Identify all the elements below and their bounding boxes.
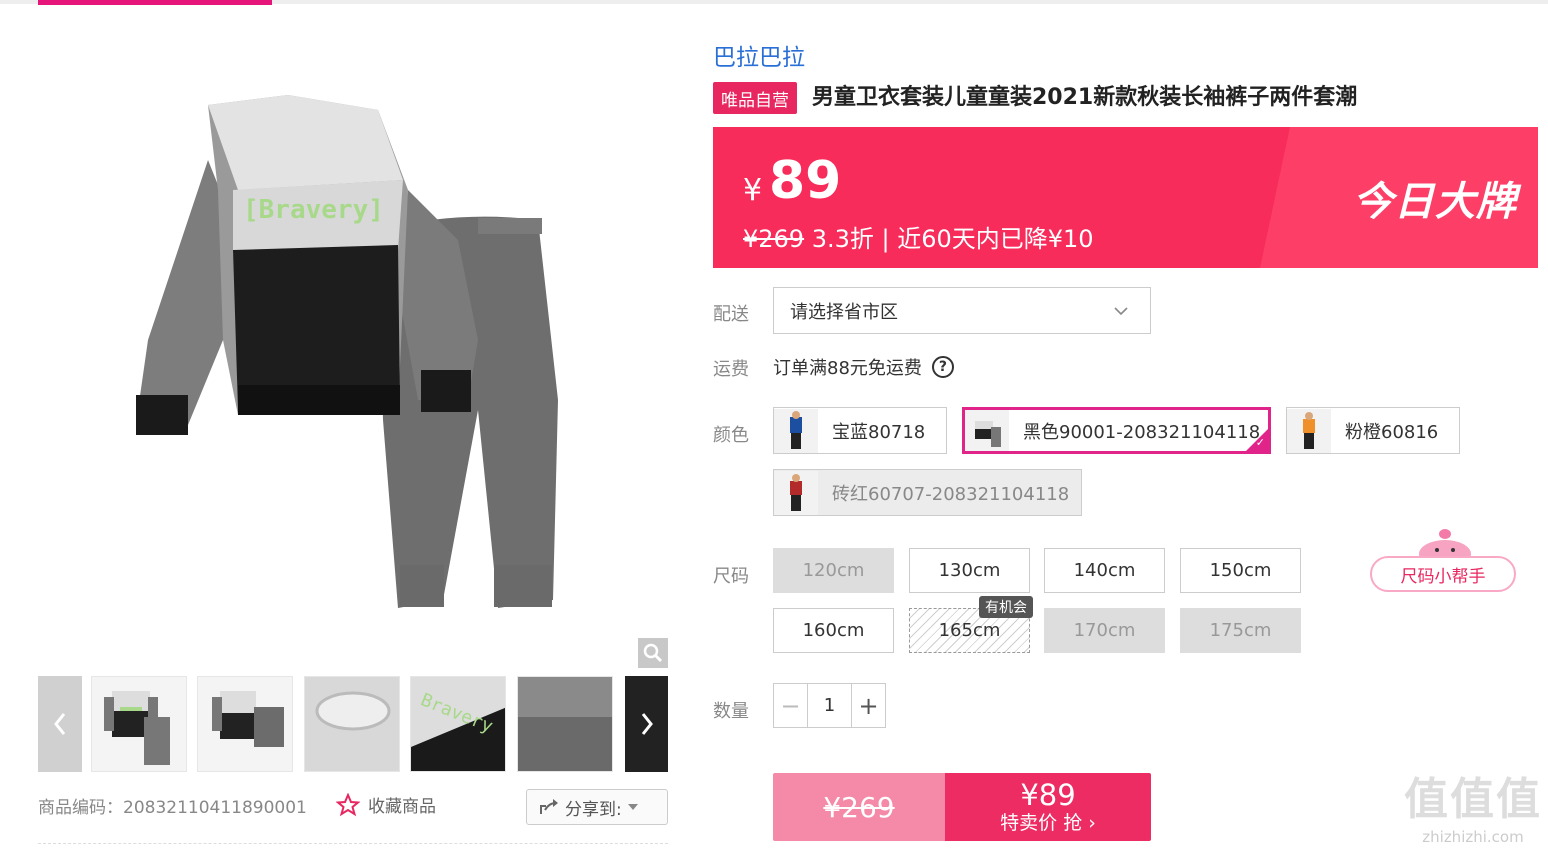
share-icon <box>540 799 558 814</box>
color-option-label: 宝蓝80718 <box>832 421 926 443</box>
size-option-170cm[interactable]: 170cm <box>1044 608 1165 653</box>
thumbnail-next-button[interactable] <box>625 676 668 772</box>
color-label: 颜色 <box>713 425 749 446</box>
color-option-royal-blue[interactable]: 宝蓝80718 <box>773 407 947 454</box>
size-option-175cm[interactable]: 175cm <box>1180 608 1301 653</box>
chevron-left-icon <box>54 713 66 735</box>
original-price: ¥269 <box>743 225 805 253</box>
currency-symbol: ¥ <box>743 173 763 208</box>
size-label: 尺码 <box>713 566 749 587</box>
self-operated-badge: 唯品自营 <box>713 82 797 114</box>
buy-button[interactable]: ¥269 ¥89 特卖价 抢 › <box>773 773 1151 841</box>
shipping-text: 订单满88元免运费 <box>773 358 922 379</box>
size-helper-button[interactable]: 尺码小帮手 <box>1370 556 1516 592</box>
brand-link[interactable]: 巴拉巴拉 <box>713 38 805 72</box>
shipping-info: 订单满88元免运费 ? <box>773 354 954 380</box>
favorite-label: 收藏商品 <box>368 797 436 817</box>
share-button[interactable]: 分享到: <box>526 789 668 825</box>
shipping-label: 运费 <box>713 359 749 380</box>
availability-tooltip: 有机会 <box>979 596 1033 618</box>
buy-action[interactable]: ¥89 特卖价 抢 › <box>945 773 1151 841</box>
promo-label: 今日大牌 <box>1353 179 1517 225</box>
color-option-label: 黑色90001-208321104118 <box>1023 421 1261 443</box>
buy-original-price: ¥269 <box>773 773 945 841</box>
current-price: 89 <box>769 151 842 211</box>
color-option-pink-orange[interactable]: 粉橙60816 <box>1286 407 1460 454</box>
size-option-130cm[interactable]: 130cm <box>909 548 1030 593</box>
check-icon: ✓ <box>1255 436 1265 449</box>
thumbnail-cuff-detail[interactable] <box>517 676 613 772</box>
quantity-stepper: − 1 + <box>773 683 886 728</box>
product-title: 男童卫衣套装儿童童装2021新款秋装长袖裤子两件套潮 <box>812 85 1358 110</box>
caret-down-icon <box>627 804 638 810</box>
buy-price: ¥89 <box>1020 778 1076 812</box>
share-label: 分享到: <box>565 799 622 820</box>
size-option-140cm[interactable]: 140cm <box>1044 548 1165 593</box>
color-swatch-image <box>1287 408 1331 453</box>
zoom-button[interactable] <box>638 638 668 668</box>
watermark: 值值值 zhizhizhi.com <box>1398 772 1548 857</box>
price-banner: ¥ 89 ¥269 3.3折 | 近60天内已降¥10 今日大牌 <box>713 127 1538 268</box>
size-option-150cm[interactable]: 150cm <box>1180 548 1301 593</box>
thumbnail-prev-button[interactable] <box>38 676 82 772</box>
thumbnail-set-view[interactable] <box>197 676 293 772</box>
quantity-label: 数量 <box>713 701 749 722</box>
price-details: ¥269 3.3折 | 近60天内已降¥10 <box>743 219 1094 254</box>
question-circle-icon[interactable]: ? <box>931 356 954 378</box>
thumbnail-collar-detail[interactable] <box>304 676 400 772</box>
color-swatch-image <box>774 408 818 453</box>
quantity-value[interactable]: 1 <box>808 684 851 727</box>
thumbnail-front-view[interactable] <box>91 676 187 772</box>
quantity-increment-button[interactable]: + <box>851 684 885 727</box>
svg-text:[Bravery]: [Bravery] <box>243 195 384 225</box>
discount-info: 3.3折 | 近60天内已降¥10 <box>804 225 1094 253</box>
sku-code: 商品编码：20832110411890001 <box>38 798 307 818</box>
watermark-url: zhizhizhi.com <box>1422 828 1524 846</box>
active-tab-indicator <box>38 0 272 5</box>
color-option-label: 粉橙60816 <box>1345 421 1439 443</box>
divider <box>38 843 668 844</box>
main-product-image[interactable]: [Bravery] <box>38 40 668 670</box>
color-option-black[interactable]: 黑色90001-208321104118 ✓ <box>962 407 1271 454</box>
buy-original-price-text: ¥269 <box>823 790 895 824</box>
color-option-label: 砖红60707-208321104118 <box>832 483 1070 505</box>
star-outline-icon <box>336 792 360 816</box>
region-select-value: 请选择省市区 <box>790 301 898 323</box>
chevron-right-icon <box>641 713 653 735</box>
buy-cta: 特卖价 抢 › <box>1000 812 1096 834</box>
favorite-button[interactable]: 收藏商品 <box>336 792 436 817</box>
size-option-160cm[interactable]: 160cm <box>773 608 894 653</box>
region-select[interactable]: 请选择省市区 <box>773 287 1151 334</box>
chevron-down-icon <box>1114 307 1128 316</box>
color-swatch-image <box>774 470 818 515</box>
size-option-120cm[interactable]: 120cm <box>773 548 894 593</box>
watermark-logo: 值值值 <box>1404 774 1542 825</box>
magnifier-icon <box>643 643 663 663</box>
delivery-label: 配送 <box>713 304 749 325</box>
quantity-decrement-button[interactable]: − <box>774 684 808 727</box>
color-swatch-image <box>965 410 1009 451</box>
thumbnail-print-detail[interactable]: Bravery <box>410 676 506 772</box>
thumbnail-strip: Bravery <box>38 676 668 772</box>
color-option-brick-red[interactable]: 砖红60707-208321104118 <box>773 469 1082 516</box>
